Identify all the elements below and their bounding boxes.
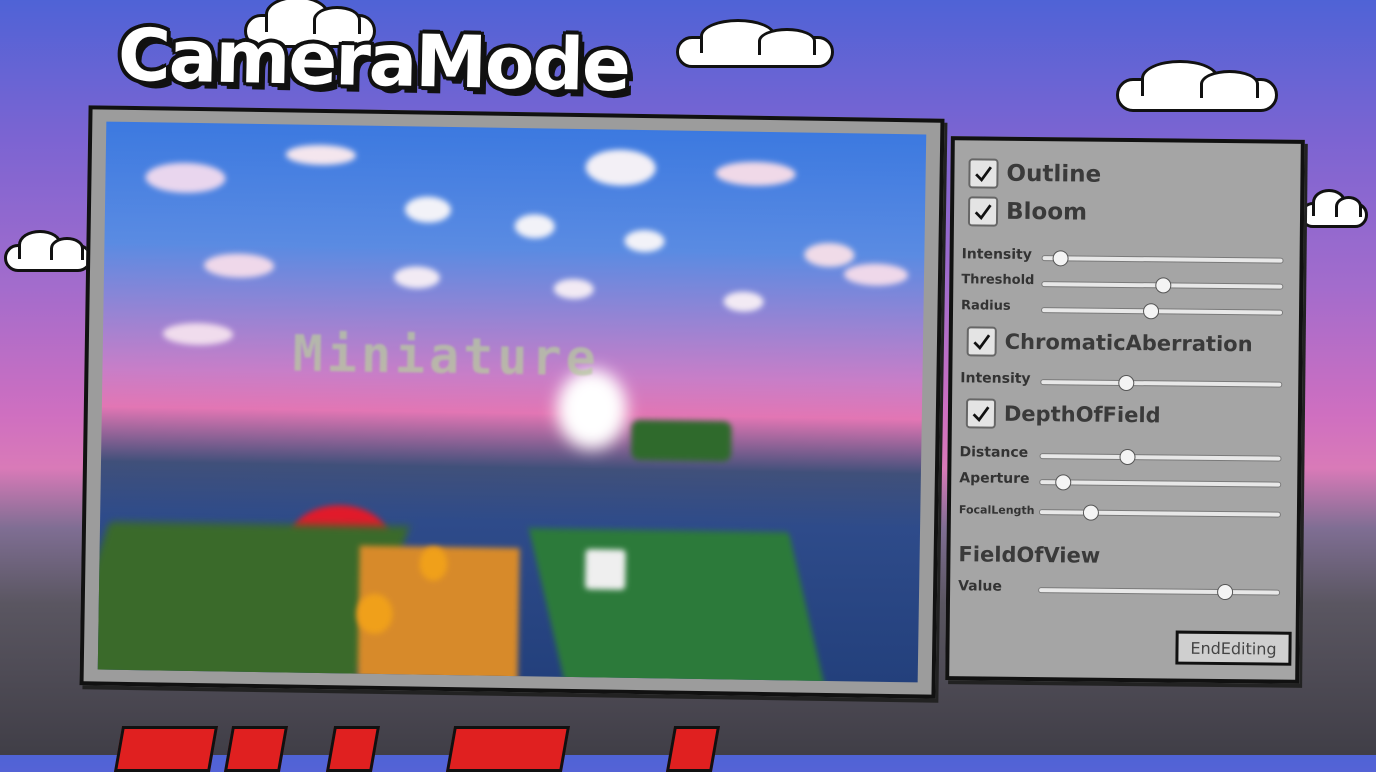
cloud-icon: [676, 19, 834, 68]
slider-track[interactable]: [1041, 277, 1284, 294]
bloom-toggle[interactable]: Bloom: [967, 196, 1088, 227]
check-icon: [975, 166, 992, 183]
page-title: CameraMode: [117, 12, 630, 108]
slider-handle[interactable]: [1118, 374, 1135, 392]
logo-fragment: [325, 726, 381, 772]
cloud-icon: [1300, 189, 1368, 228]
check-icon: [972, 406, 990, 423]
slider-handle[interactable]: [1142, 303, 1160, 320]
sky-cloud: [585, 149, 656, 187]
slider-handle[interactable]: [1052, 250, 1069, 267]
chromatic-intensity-slider[interactable]: Intensity: [960, 370, 1283, 392]
slider-track[interactable]: [1038, 583, 1281, 601]
slider-label: Value: [958, 578, 1003, 595]
logo-fragment: [113, 726, 219, 772]
sky-cloud: [145, 162, 226, 194]
slider-label: Radius: [961, 298, 1011, 314]
sky-cloud: [514, 214, 555, 239]
sky-cloud: [843, 263, 909, 287]
bloom-radius-slider[interactable]: Radius: [961, 298, 1284, 320]
outline-checkbox[interactable]: [968, 158, 999, 189]
sky-cloud: [162, 322, 234, 346]
slider-track[interactable]: [1038, 504, 1281, 521]
cloud-icon: [4, 229, 92, 272]
outline-label: Outline: [1006, 160, 1102, 188]
bloom-label: Bloom: [1005, 198, 1088, 226]
dof-distance-slider[interactable]: Distance: [959, 444, 1282, 466]
chromatic-aberration-checkbox[interactable]: [966, 326, 997, 357]
slider-track[interactable]: [1039, 448, 1282, 466]
bloom-checkbox[interactable]: [967, 196, 999, 227]
end-editing-button[interactable]: EndEditing: [1175, 630, 1292, 666]
green-field: [528, 528, 829, 683]
sky-cloud: [624, 229, 665, 253]
fov-value-slider[interactable]: Value: [958, 578, 1281, 601]
sky-cloud: [404, 196, 452, 224]
check-icon: [973, 334, 991, 351]
chromatic-aberration-toggle[interactable]: ChromaticAberration: [966, 326, 1253, 359]
outline-toggle[interactable]: Outline: [968, 158, 1101, 189]
logo-fragment: [223, 726, 289, 772]
slider-track[interactable]: [1041, 250, 1284, 267]
green-platform: [631, 419, 732, 462]
slider-label: Distance: [959, 444, 1029, 461]
dof-focal-length-slider[interactable]: FocalLength: [959, 500, 1281, 521]
dof-aperture-slider[interactable]: Aperture: [959, 470, 1282, 491]
slider-label: Intensity: [960, 370, 1031, 388]
sky-cloud: [203, 253, 275, 279]
game-logo-watermark: Miniature: [292, 324, 601, 388]
slider-track[interactable]: [1039, 474, 1282, 491]
slider-handle[interactable]: [1054, 474, 1071, 491]
sky-cloud: [553, 278, 594, 300]
slider-handle[interactable]: [1155, 277, 1172, 294]
slider-label: FocalLength: [958, 503, 1035, 518]
slider-track[interactable]: [1041, 303, 1284, 320]
bloom-intensity-slider[interactable]: Intensity: [962, 246, 1284, 267]
white-cube: [585, 549, 626, 590]
slider-handle[interactable]: [1119, 448, 1136, 466]
logo-fragment: [665, 726, 721, 772]
sky-cloud: [715, 161, 796, 187]
bloom-threshold-slider[interactable]: Threshold: [961, 272, 1284, 294]
sky-cloud: [393, 266, 441, 289]
slider-track[interactable]: [1040, 374, 1283, 392]
check-icon: [974, 204, 992, 221]
logo-fragment: [445, 726, 571, 772]
depth-of-field-label: DepthOfField: [1003, 401, 1161, 428]
chromatic-aberration-label: ChromaticAberration: [1004, 329, 1253, 357]
sky-cloud: [285, 144, 357, 166]
sky-cloud: [804, 242, 855, 268]
field-of-view-heading: FieldOfView: [958, 542, 1101, 568]
depth-of-field-toggle[interactable]: DepthOfField: [965, 398, 1161, 430]
camera-preview-frame: Miniature: [79, 105, 945, 699]
slider-handle[interactable]: [1083, 504, 1100, 521]
slider-handle[interactable]: [1216, 583, 1233, 601]
slider-label: Aperture: [959, 470, 1030, 488]
slider-label: Intensity: [961, 246, 1032, 264]
slider-label: Threshold: [961, 272, 1035, 289]
camera-preview[interactable]: Miniature: [97, 121, 927, 683]
cloud-icon: [1116, 59, 1278, 112]
sky-cloud: [723, 291, 764, 312]
depth-of-field-checkbox[interactable]: [965, 398, 997, 429]
effects-panel: Outline Bloom Intensity Threshold Radius…: [945, 136, 1305, 684]
